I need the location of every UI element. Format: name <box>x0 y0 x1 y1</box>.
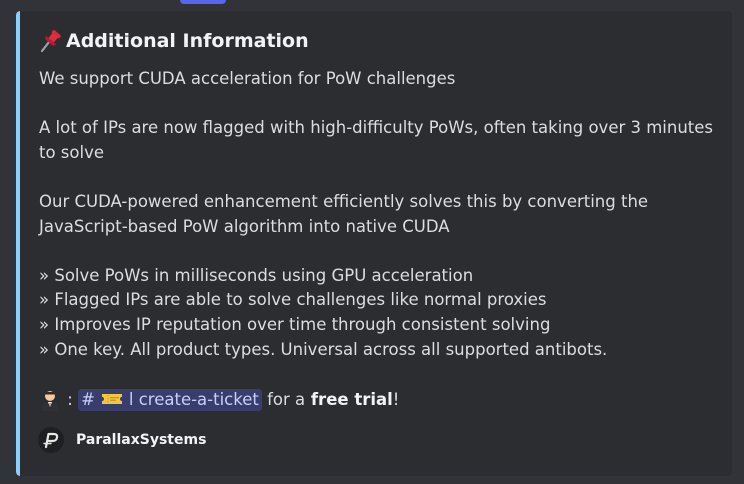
channel-hash-icon: # <box>81 390 95 409</box>
pushpin-icon <box>38 29 66 53</box>
ticket-icon <box>101 390 123 404</box>
bullet-item: » One key. All product types. Universal … <box>39 339 608 359</box>
embed-footer: ParallaxSystems <box>38 427 206 455</box>
embed-title-text: Additional Information <box>66 30 309 52</box>
description-paragraph-cuda: We support CUDA acceleration for PoW cha… <box>39 69 456 88</box>
mention-pill[interactable] <box>180 0 226 4</box>
cta-free-trial: free trial <box>305 390 393 409</box>
description-paragraph-enhancement: Our CUDA-powered enhancement efficiently… <box>39 191 649 236</box>
trial-call-to-action: : # l create-a-ticket for a free trial! <box>38 388 399 412</box>
person-in-suit-emoji-icon <box>38 388 62 412</box>
channel-mention-create-a-ticket[interactable]: # l create-a-ticket <box>78 389 262 411</box>
message-embed: Additional Information We support CUDA a… <box>16 11 732 476</box>
cta-free-trial-text: free trial <box>310 390 393 409</box>
previous-message-fragment <box>0 0 744 10</box>
embed-description: We support CUDA acceleration for PoW cha… <box>39 67 719 362</box>
channel-mention-name: l create-a-ticket <box>128 390 259 409</box>
cta-separator: : <box>67 390 73 409</box>
cta-text-before: for a <box>267 390 306 409</box>
parallax-logo-icon <box>38 427 64 453</box>
bullet-item: » Flagged IPs are able to solve challeng… <box>39 290 547 310</box>
cta-text-after: ! <box>392 390 400 409</box>
embed-accent-bar <box>16 11 20 476</box>
embed-title: Additional Information <box>38 29 309 53</box>
embed-footer-name: ParallaxSystems <box>76 432 207 448</box>
bullet-item: » Solve PoWs in milliseconds using GPU a… <box>39 265 474 285</box>
description-paragraph-flagged-ips: A lot of IPs are now flagged with high-d… <box>39 118 714 162</box>
bullet-item: » Improves IP reputation over time throu… <box>39 314 551 334</box>
